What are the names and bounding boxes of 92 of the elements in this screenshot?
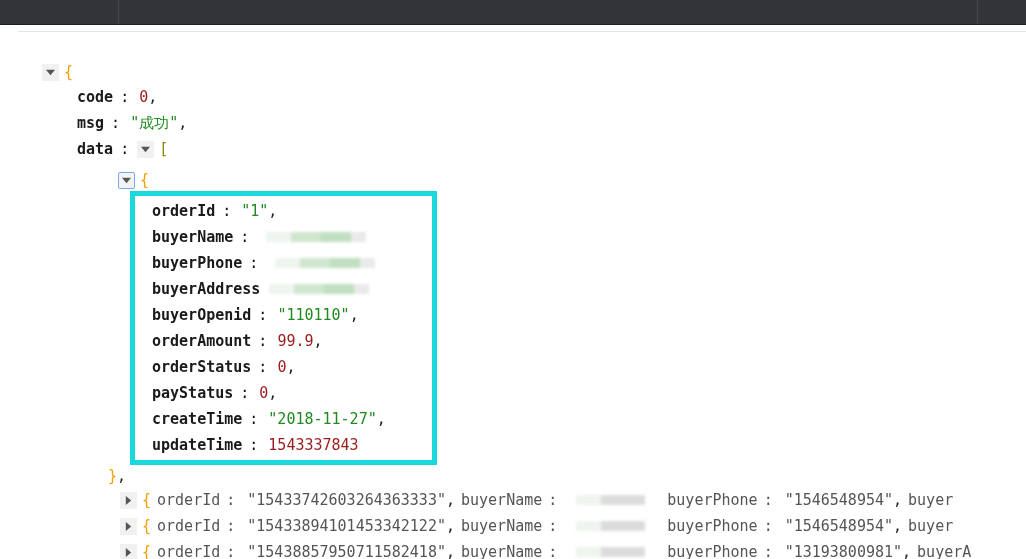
collapse-toggle[interactable] [137, 140, 155, 158]
json-value: "1546548954" [784, 491, 894, 509]
colon: : [249, 436, 259, 454]
json-value: 0 [277, 358, 287, 376]
colon: : [548, 543, 558, 559]
json-key: buyerPhone [152, 254, 243, 272]
colon: : [120, 88, 130, 106]
expand-toggle[interactable] [120, 517, 137, 535]
comma: , [268, 384, 278, 402]
caret-icon[interactable] [46, 67, 55, 77]
caret-icon[interactable] [124, 495, 133, 505]
colon: : [258, 358, 268, 376]
json-value: "成功" [130, 113, 179, 133]
comma: , [313, 332, 323, 350]
colon: : [249, 410, 259, 428]
colon: : [222, 202, 232, 220]
colon: : [226, 491, 236, 509]
json-key: buyerName [152, 228, 234, 246]
colon: : [258, 332, 268, 350]
json-value: "15433894101453342122" [247, 517, 446, 535]
comma: , [286, 358, 296, 376]
json-key: buyerPhone [667, 517, 758, 535]
json-key: msg [77, 114, 105, 132]
json-key: buyer [908, 491, 954, 509]
json-key: orderId [157, 491, 221, 509]
collapse-toggle[interactable] [42, 63, 59, 81]
comma: , [268, 202, 278, 220]
collapse-toggle[interactable] [118, 171, 135, 189]
json-key: data [77, 140, 114, 158]
colon: : [249, 254, 259, 272]
colon: : [240, 228, 250, 246]
json-value: "2018-11-27" [268, 410, 377, 428]
colon: : [120, 140, 130, 158]
colon: : [548, 517, 558, 535]
comma: , [148, 88, 158, 106]
json-key: buyerAddress [152, 280, 261, 298]
colon: : [763, 543, 773, 559]
colon: : [240, 384, 250, 402]
comma: , [893, 491, 903, 509]
expand-toggle[interactable] [120, 491, 137, 509]
json-key: orderId [157, 543, 221, 559]
comma: , [445, 517, 455, 535]
json-key: buyer [908, 517, 954, 535]
brace: { [142, 491, 152, 509]
json-key: buyerName [461, 517, 543, 535]
colon: : [226, 517, 236, 535]
json-value: "110110" [277, 306, 350, 324]
comma: , [893, 517, 903, 535]
colon: : [763, 517, 773, 535]
brace: { [64, 63, 74, 81]
colon: : [548, 491, 558, 509]
json-value: "13193800981" [784, 543, 903, 559]
comma: , [178, 114, 188, 132]
brace: { [142, 517, 152, 535]
json-key: orderId [152, 202, 216, 220]
json-key: buyerPhone [667, 491, 758, 509]
json-value: "15438857950711582418" [247, 543, 446, 559]
colon: : [258, 306, 268, 324]
json-value: "1" [241, 202, 269, 220]
json-value: 99.9 [277, 332, 314, 350]
caret-icon[interactable] [122, 175, 131, 185]
json-key: payStatus [152, 384, 234, 402]
json-key: orderId [157, 517, 221, 535]
colon: : [111, 114, 121, 132]
json-key: orderStatus [152, 358, 252, 376]
colon: : [763, 491, 773, 509]
caret-icon[interactable] [124, 547, 133, 557]
brace: { [140, 171, 150, 189]
json-value: "15433742603264363333" [247, 491, 446, 509]
json-value: "1546548954" [784, 517, 894, 535]
expand-toggle[interactable] [120, 543, 137, 559]
comma: , [902, 543, 912, 559]
json-key: buyerOpenid [152, 306, 252, 324]
colon: : [226, 543, 236, 559]
json-key: code [77, 88, 114, 106]
json-key: createTime [152, 410, 243, 428]
brace: } [108, 467, 118, 485]
json-value: 0 [259, 384, 269, 402]
comma: , [445, 543, 455, 559]
json-key: updateTime [152, 436, 243, 454]
brace: { [142, 543, 152, 559]
comma: , [117, 467, 127, 485]
json-key: buyerName [461, 491, 543, 509]
comma: , [376, 410, 386, 428]
comma: , [349, 306, 359, 324]
caret-icon[interactable] [124, 521, 133, 531]
bracket: [ [159, 140, 169, 158]
json-value: 0 [139, 88, 149, 106]
json-key: orderAmount [152, 332, 252, 350]
comma: , [445, 491, 455, 509]
json-value: 1543337843 [268, 436, 359, 454]
caret-icon[interactable] [141, 144, 151, 154]
